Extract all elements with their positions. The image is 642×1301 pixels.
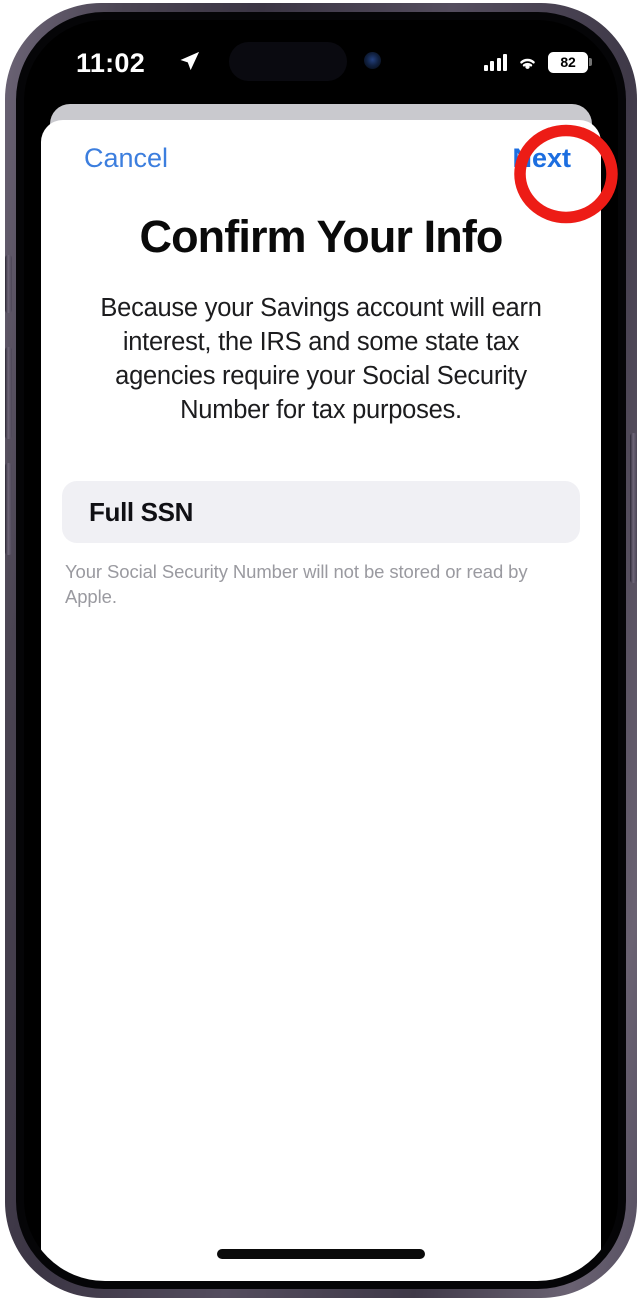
cancel-button[interactable]: Cancel	[84, 145, 168, 172]
dynamic-island	[229, 42, 347, 81]
battery-level-text: 82	[560, 54, 576, 70]
ssn-helper-text: Your Social Security Number will not be …	[65, 561, 528, 608]
phone-screen: 11:02 82 Cancel Next Confirm Your Info B…	[24, 20, 618, 1281]
power-button[interactable]	[630, 433, 637, 583]
volume-up-button[interactable]	[5, 347, 12, 439]
modal-nav-bar: Cancel Next	[41, 120, 601, 198]
front-camera-icon	[364, 52, 381, 69]
mute-switch-button[interactable]	[5, 255, 12, 313]
location-arrow-icon	[180, 51, 200, 71]
wifi-icon	[520, 58, 535, 69]
volume-down-button[interactable]	[5, 463, 12, 555]
signal-bars-icon	[483, 53, 507, 71]
status-bar-time: 11:02	[76, 48, 146, 78]
battery-tip	[589, 58, 592, 66]
status-bar-indicators: 82	[483, 49, 592, 75]
page-title: Confirm Your Info	[139, 211, 503, 262]
status-bar: 11:02 82	[24, 20, 618, 104]
ssn-field-label: Full SSN	[89, 496, 194, 527]
home-indicator[interactable]	[217, 1249, 425, 1259]
next-button[interactable]: Next	[512, 145, 571, 172]
page-description: Because your Savings account will earn i…	[100, 293, 542, 424]
ssn-input-field[interactable]: Full SSN	[62, 481, 580, 544]
confirm-info-modal: Cancel Next Confirm Your Info Because yo…	[41, 120, 601, 1281]
battery-icon: 82	[548, 51, 592, 73]
phone-frame: 11:02 82 Cancel Next Confirm Your Info B…	[5, 3, 637, 1298]
